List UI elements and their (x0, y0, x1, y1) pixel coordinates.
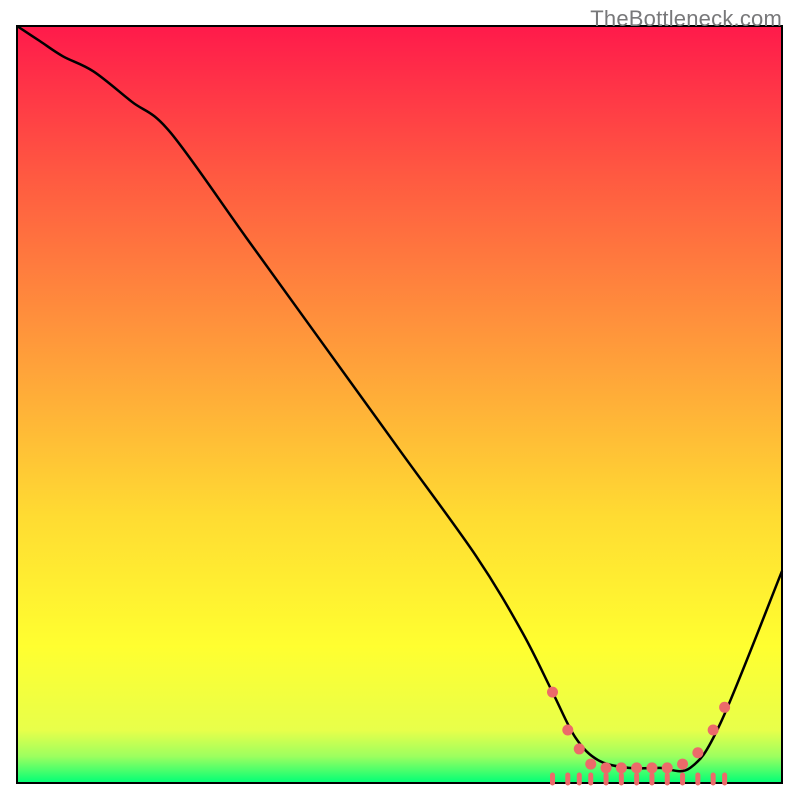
marker-dot (616, 762, 627, 773)
marker-dot (662, 762, 673, 773)
watermark-text: TheBottleneck.com (590, 6, 782, 32)
marker-dot (631, 762, 642, 773)
marker-dot (708, 725, 719, 736)
marker-dot (585, 759, 596, 770)
marker-dot (547, 687, 558, 698)
marker-dot (692, 747, 703, 758)
marker-dot (646, 762, 657, 773)
marker-dot (677, 759, 688, 770)
marker-dot (601, 762, 612, 773)
bottleneck-chart (0, 0, 800, 800)
marker-dot (574, 743, 585, 754)
gradient-background (17, 26, 782, 783)
marker-dot (719, 702, 730, 713)
chart-container: TheBottleneck.com (0, 0, 800, 800)
marker-dot (562, 725, 573, 736)
